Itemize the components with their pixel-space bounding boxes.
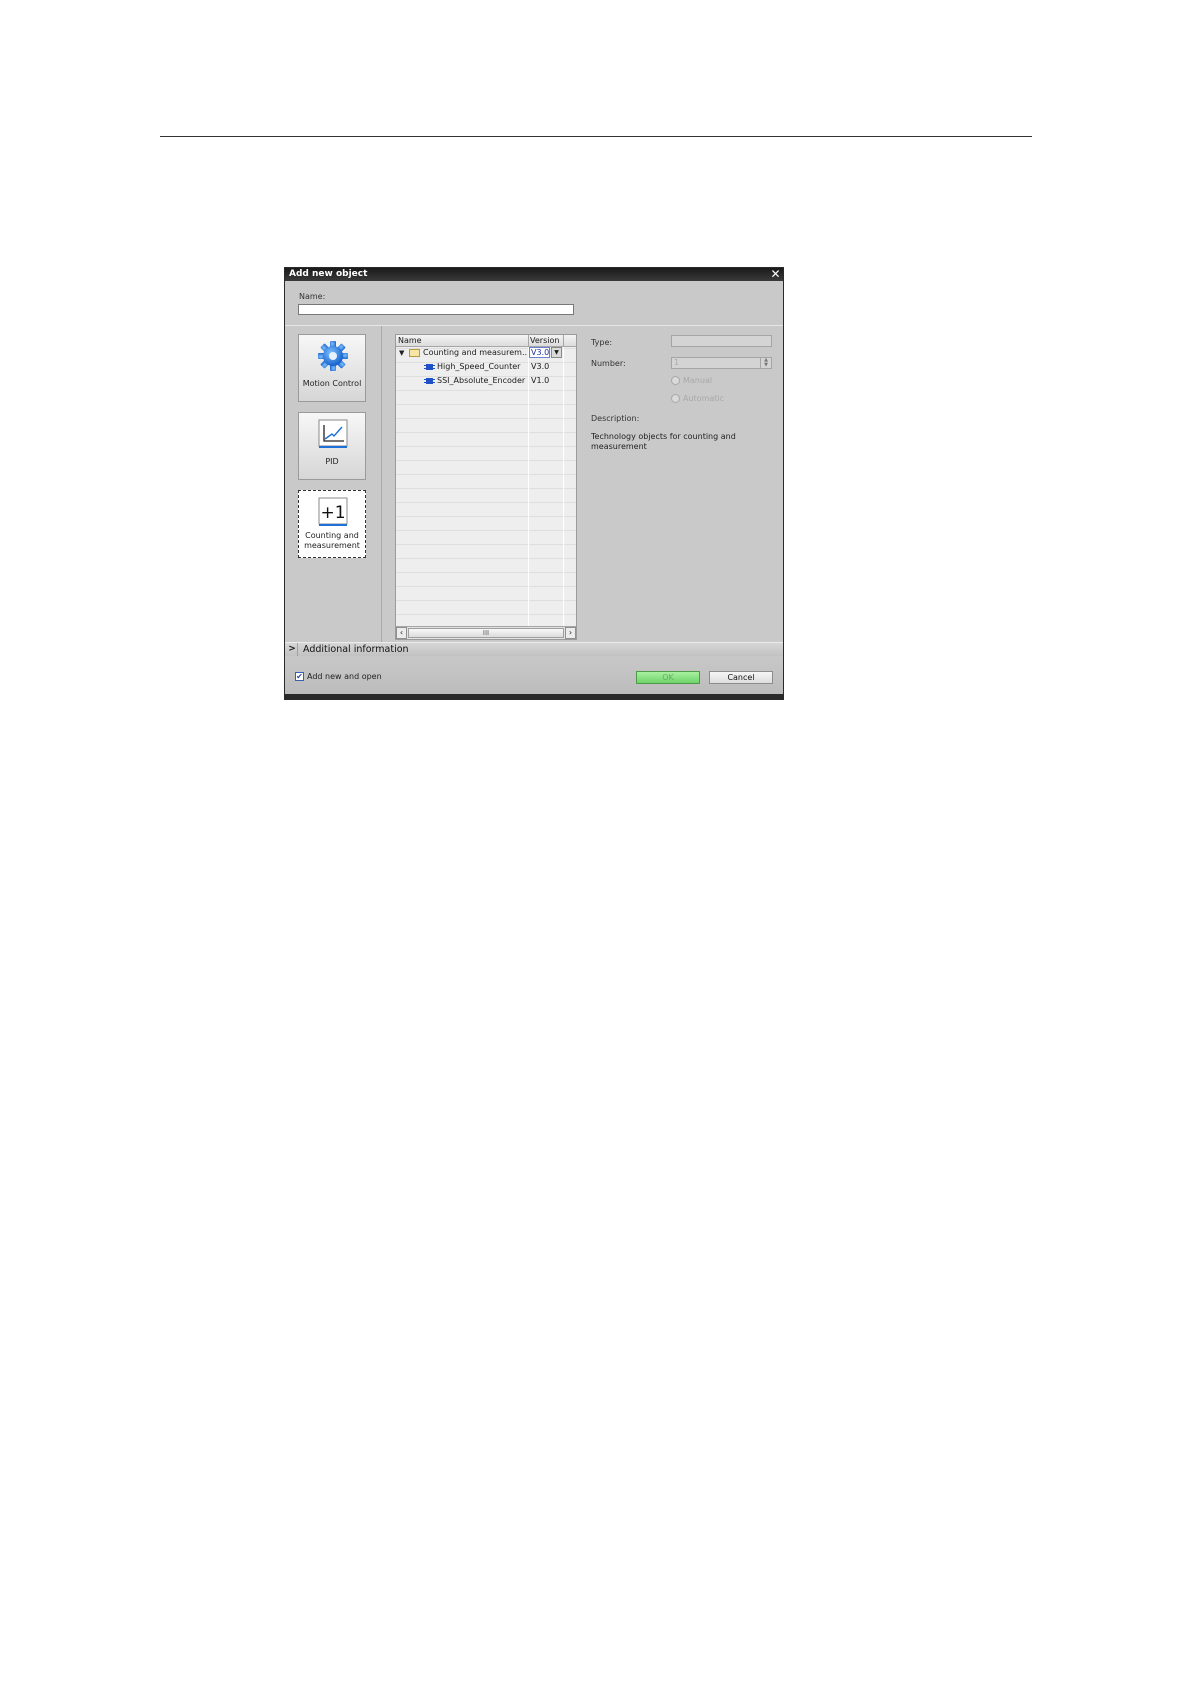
horizontal-scrollbar[interactable]: ‹ III › (396, 626, 576, 639)
scroll-right-icon[interactable]: › (565, 627, 576, 639)
description-label: Description: (591, 414, 640, 423)
description-text: Technology objects for counting and meas… (591, 432, 736, 451)
scroll-left-icon[interactable]: ‹ (396, 627, 407, 639)
dialog-title: Add new object (289, 269, 368, 279)
svg-text:+1: +1 (320, 503, 345, 523)
ok-button[interactable]: OK (636, 671, 700, 684)
spinner-arrows-icon: ▲ ▼ (760, 358, 771, 369)
chevron-right-icon[interactable]: > (287, 643, 298, 656)
dialog-bottom-edge (285, 694, 783, 699)
tree-row-name: SSI_Absolute_Encoder (437, 376, 526, 385)
folder-icon (409, 349, 420, 357)
category-label: Motion Control (302, 379, 362, 388)
add-new-object-dialog: Add new object ✕ Name: Motion Control PI… (284, 267, 784, 700)
type-label: Type: (591, 338, 613, 347)
tree-row-folder[interactable]: ▼ Counting and measurem... V3.0 ▼ (396, 346, 576, 359)
tree-row[interactable]: SSI_Absolute_Encoder V1.0 (396, 374, 576, 387)
plus-one-icon: +1 (318, 497, 348, 526)
tree-row-version: V3.0 (531, 362, 550, 371)
category-label: Counting and measurement (304, 531, 360, 550)
add-new-and-open-checkbox[interactable]: ✔ (295, 672, 304, 681)
category-counting-measurement-button[interactable]: +1 Counting and measurement (298, 490, 366, 558)
technology-object-icon (424, 364, 435, 370)
pid-chart-icon (318, 419, 348, 448)
radio-manual-label: Manual (683, 376, 713, 385)
expand-arrow-icon[interactable]: ▼ (399, 347, 404, 360)
column-header-version[interactable]: Version (530, 335, 559, 346)
close-icon[interactable]: ✕ (769, 268, 782, 280)
chevron-down-icon[interactable]: ▼ (551, 347, 562, 358)
gear-icon (318, 341, 348, 371)
tree-row-name: High_Speed_Counter (437, 362, 521, 371)
radio-automatic-label: Automatic (683, 394, 725, 403)
technology-object-icon (424, 378, 435, 384)
dialog-titlebar: Add new object ✕ (285, 268, 783, 281)
add-new-and-open-label[interactable]: Add new and open (307, 672, 382, 682)
category-pid-button[interactable]: PID (298, 412, 366, 480)
category-label: PID (325, 457, 339, 466)
radio-manual (671, 376, 680, 385)
dialog-footer: ✔ Add new and open OK Cancel (285, 656, 783, 694)
scroll-thumb[interactable]: III (408, 628, 564, 638)
version-select[interactable]: V3.0 (529, 347, 550, 358)
column-header-name[interactable]: Name (398, 335, 422, 346)
radio-automatic (671, 394, 680, 403)
cancel-button[interactable]: Cancel (709, 671, 773, 684)
type-field (671, 335, 772, 347)
additional-information-bar[interactable]: > Additional information (285, 642, 783, 657)
tree-row-name: Counting and measurem... (423, 348, 527, 357)
tree-row[interactable]: High_Speed_Counter V3.0 (396, 360, 576, 373)
number-label: Number: (591, 359, 626, 368)
name-input[interactable] (298, 304, 574, 315)
category-motion-control-button[interactable]: Motion Control (298, 334, 366, 402)
object-tree: Name Version ▼ Counting and measurem... … (395, 334, 577, 640)
tree-row-version: V1.0 (531, 376, 550, 385)
additional-information-label: Additional information (303, 644, 409, 655)
number-stepper: 1 ▲ ▼ (671, 357, 772, 369)
page-header-rule (160, 136, 1032, 137)
name-label: Name: (299, 292, 326, 301)
category-panel: Motion Control PID +1 Counting and measur… (285, 326, 382, 642)
